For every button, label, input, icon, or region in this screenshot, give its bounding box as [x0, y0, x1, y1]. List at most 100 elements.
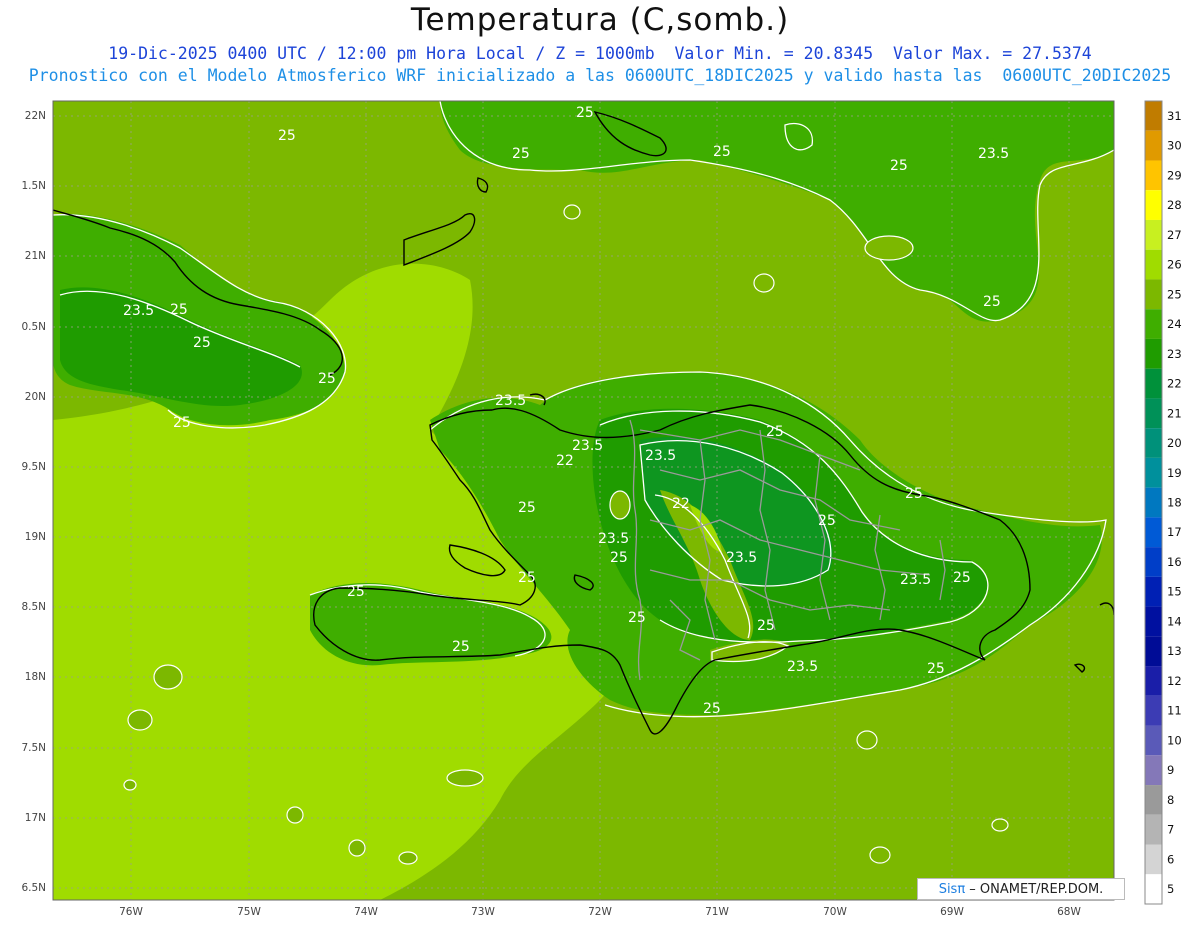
colorbar-label: 8	[1167, 793, 1174, 807]
colorbar-label: 17	[1167, 525, 1182, 539]
contour-label: 25	[905, 486, 923, 502]
credit-text: – ONAMET/REP.DOM.	[965, 881, 1104, 897]
lon-label: 73W	[471, 906, 495, 918]
contour-label: 25	[927, 661, 945, 677]
colorbar-label: 29	[1167, 168, 1182, 182]
lat-label: 8.5N	[21, 601, 46, 613]
contour-label: 25	[278, 128, 296, 144]
colorbar-label: 25	[1167, 287, 1182, 301]
colorbar-label: 18	[1167, 496, 1182, 510]
colorbar-swatch	[1145, 368, 1162, 399]
contour-label: 25	[318, 371, 336, 387]
contour-label: 25	[518, 570, 536, 586]
colorbar: 31 30 29 28 27 26 25 24 23 22 21 20 19 18 17 16 15 14 13 12…	[1144, 100, 1182, 905]
contour-label: 23.5	[572, 438, 603, 454]
colorbar-label: 26	[1167, 258, 1182, 272]
colorbar-label: 28	[1167, 198, 1182, 212]
colorbar-swatch	[1145, 666, 1162, 696]
colorbar-swatch	[1145, 576, 1162, 607]
colorbar-label: 27	[1167, 228, 1182, 242]
contour-label: 25	[452, 639, 470, 655]
colorbar-label: 21	[1167, 406, 1182, 420]
lon-label: 71W	[705, 906, 729, 918]
lat-label: 7.5N	[21, 742, 46, 754]
lon-label: 69W	[940, 906, 964, 918]
colorbar-label: 31	[1167, 109, 1182, 123]
colorbar-label: 15	[1167, 585, 1182, 599]
colorbar-label: 19	[1167, 466, 1182, 480]
lon-label: 70W	[823, 906, 847, 918]
colorbar-swatch	[1145, 487, 1162, 518]
credit-brand: Sisπ	[938, 881, 966, 897]
contour-label: 22	[556, 453, 574, 469]
lon-label: 75W	[237, 906, 261, 918]
contour-label: 25	[713, 144, 731, 160]
colorbar-swatch	[1145, 874, 1162, 904]
contour-label: 25	[703, 701, 721, 717]
colorbar-label: 13	[1167, 644, 1182, 658]
contour-label: 25	[173, 415, 191, 431]
contour-label: 23.5	[726, 550, 757, 566]
lon-label: 76W	[119, 906, 143, 918]
map-plot-area: 25 25 25 25 25 23.5 25 23.5 25 25 25 25 …	[53, 101, 1114, 900]
colorbar-swatch	[1145, 547, 1162, 577]
colorbar-label: 6	[1167, 852, 1174, 866]
colorbar-swatch	[1145, 844, 1162, 875]
credit-box: Sisπ – ONAMET/REP.DOM.	[917, 878, 1125, 900]
lon-label: 68W	[1057, 906, 1081, 918]
lat-label: 1.5N	[21, 180, 46, 192]
colorbar-swatch	[1145, 814, 1162, 845]
colorbar-label: 9	[1167, 763, 1174, 777]
colorbar-label: 11	[1167, 704, 1182, 718]
contour-label: 25	[890, 158, 908, 174]
contour-label: 25	[193, 335, 211, 351]
colorbar-swatch	[1145, 279, 1162, 310]
contour-label: 25	[610, 550, 628, 566]
colorbar-swatch	[1145, 606, 1162, 637]
colorbar-label: 10	[1167, 733, 1182, 747]
colorbar-label: 16	[1167, 555, 1182, 569]
colorbar-swatch	[1145, 338, 1162, 369]
colorbar-swatch	[1145, 130, 1162, 161]
colorbar-swatch	[1145, 249, 1162, 280]
contour-label: 25	[628, 610, 646, 626]
lat-label: 19N	[24, 531, 46, 543]
lon-label: 72W	[588, 906, 612, 918]
colorbar-swatch	[1145, 695, 1162, 726]
contour-label: 25	[818, 513, 836, 529]
colorbar-swatch	[1145, 428, 1162, 458]
contour-label: 25	[983, 294, 1001, 310]
lat-label: 20N	[24, 391, 46, 403]
colorbar-label: 20	[1167, 436, 1182, 450]
colorbar-swatch	[1145, 398, 1162, 429]
contour-label: 23.5	[787, 659, 818, 675]
temperature-map: 25 25 25 25 25 23.5 25 23.5 25 25 25 25 …	[52, 100, 1182, 905]
contour-label: 25	[347, 584, 365, 600]
colorbar-label: 30	[1167, 139, 1182, 153]
contour-label: 23.5	[645, 448, 676, 464]
lat-label: 6.5N	[21, 882, 46, 894]
lon-label: 74W	[354, 906, 378, 918]
colorbar-swatch	[1145, 457, 1162, 488]
colorbar-label: 7	[1167, 823, 1174, 837]
contour-label: 25	[512, 146, 530, 162]
colorbar-swatch	[1145, 190, 1162, 220]
colorbar-swatch	[1145, 160, 1162, 191]
contour-label: 23.5	[978, 146, 1009, 162]
colorbar-swatch	[1145, 101, 1162, 131]
contour-label: 25	[518, 500, 536, 516]
contour-label: 25	[576, 105, 594, 121]
lat-label: 9.5N	[21, 461, 46, 473]
contour-label: 23.5	[598, 531, 629, 547]
contour-label: 25	[766, 424, 784, 440]
lat-label: 21N	[24, 250, 46, 262]
colorbar-label: 24	[1167, 317, 1182, 331]
contour-label: 25	[170, 302, 188, 318]
colorbar-swatch	[1145, 725, 1162, 756]
colorbar-swatch	[1145, 755, 1162, 786]
contour-label: 23.5	[900, 572, 931, 588]
contour-label: 25	[757, 618, 775, 634]
colorbar-swatch	[1145, 517, 1162, 548]
contour-label: 23.5	[123, 303, 154, 319]
contour-label: 23.5	[495, 393, 526, 409]
